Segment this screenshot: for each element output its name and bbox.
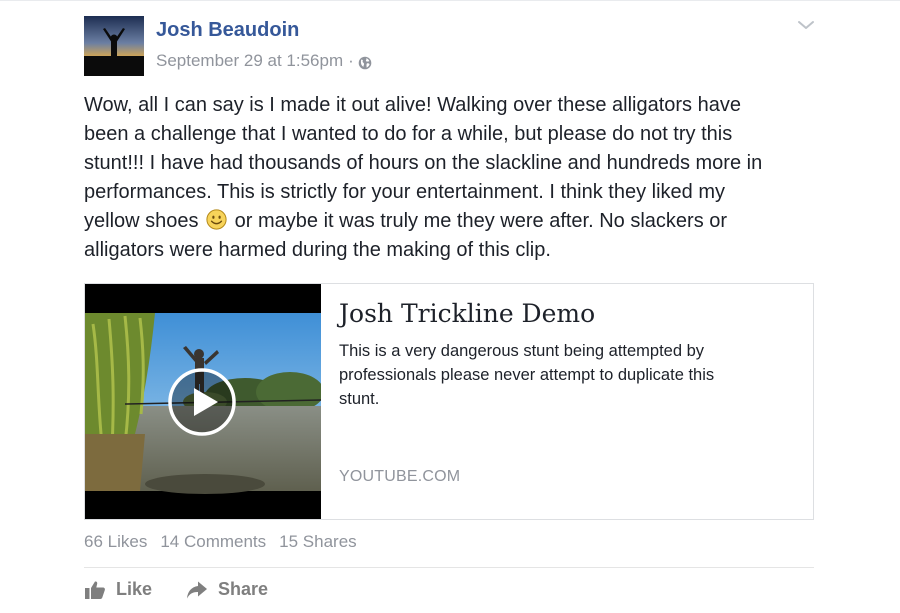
post-stats: 66 Likes 14 Comments 15 Shares bbox=[84, 532, 370, 552]
post-actions: Like Share bbox=[84, 579, 302, 600]
meta-separator: · bbox=[348, 51, 354, 70]
link-description-line: professionals please never attempt to du… bbox=[339, 366, 715, 384]
chevron-down-icon[interactable] bbox=[796, 18, 816, 32]
play-icon[interactable] bbox=[167, 367, 237, 437]
post-text-line: Wow, all I can say is I made it out aliv… bbox=[84, 94, 741, 116]
post-text-line-suffix: or maybe it was truly me they were after… bbox=[234, 210, 728, 232]
shares-count[interactable]: 15 Shares bbox=[279, 532, 357, 552]
post-text-line: performances. This is strictly for your … bbox=[84, 181, 725, 203]
link-description-line: This is a very dangerous stunt being att… bbox=[339, 342, 705, 360]
like-label: Like bbox=[116, 579, 153, 599]
author-name[interactable]: Josh Beaudoin bbox=[156, 19, 299, 42]
thumbs-up-icon bbox=[85, 580, 105, 599]
link-preview-card[interactable]: Josh Trickline Demo This is a very dange… bbox=[84, 283, 814, 520]
share-arrow-icon bbox=[187, 581, 208, 598]
post-text-line: alligators were harmed during the making… bbox=[84, 239, 551, 261]
globe-icon[interactable] bbox=[358, 55, 372, 70]
link-source: YOUTUBE.COM bbox=[339, 468, 461, 485]
likes-count[interactable]: 66 Likes bbox=[84, 532, 147, 552]
link-title[interactable]: Josh Trickline Demo bbox=[339, 299, 595, 328]
video-thumbnail[interactable] bbox=[85, 284, 321, 519]
share-label: Share bbox=[218, 579, 269, 599]
like-button[interactable]: Like bbox=[84, 579, 152, 600]
smiley-emoji-icon bbox=[206, 209, 227, 230]
post-text: Wow, all I can say is I made it out aliv… bbox=[84, 91, 814, 265]
post-meta: September 29 at 1:56pm · bbox=[156, 51, 372, 71]
post-text-line: yellow shoes or maybe it was truly me th… bbox=[84, 207, 814, 236]
comments-count[interactable]: 14 Comments bbox=[160, 532, 266, 552]
post-timestamp[interactable]: September 29 at 1:56pm bbox=[156, 51, 343, 71]
post-text-line-prefix: yellow shoes bbox=[84, 210, 199, 232]
link-description-line: stunt. bbox=[339, 390, 380, 408]
divider bbox=[84, 567, 814, 568]
post-text-line: been a challenge that I wanted to do for… bbox=[84, 123, 733, 145]
avatar[interactable] bbox=[84, 16, 144, 76]
top-border bbox=[0, 0, 900, 1]
post-text-line: stunt!!! I have had thousands of hours o… bbox=[84, 152, 763, 174]
share-button[interactable]: Share bbox=[186, 579, 268, 600]
link-description: This is a very dangerous stunt being att… bbox=[339, 339, 779, 411]
